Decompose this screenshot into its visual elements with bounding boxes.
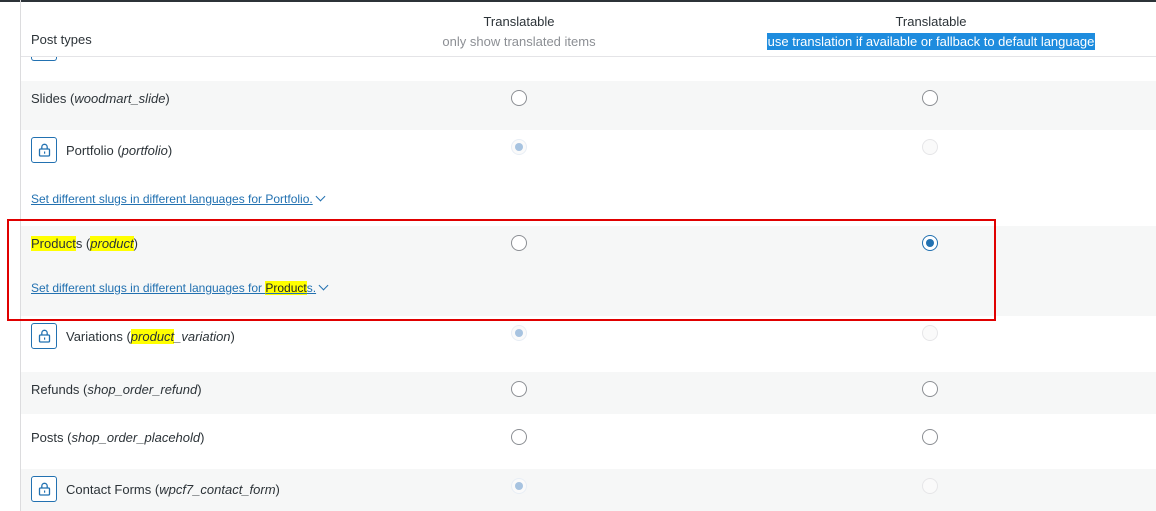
- table-row: Posts (shop_order_placehold): [21, 414, 1156, 469]
- fallback-radio: [922, 325, 938, 341]
- post-type-label: Contact Forms (wpcf7_contact_form): [66, 482, 280, 497]
- table-row: Variations (product_variation): [21, 316, 1156, 372]
- fallback-radio: [922, 478, 938, 494]
- post-type-label: Variations (product_variation): [66, 329, 235, 344]
- table-row: Contact Forms (wpcf7_contact_form): [21, 469, 1156, 511]
- fallback-radio[interactable]: [922, 235, 938, 251]
- column-subtitle-selected: use translation if available or fallback…: [766, 33, 1096, 50]
- lock-icon[interactable]: [31, 137, 57, 163]
- table-row: Slides (woodmart_slide): [21, 81, 1156, 130]
- set-slugs-link-portfolio[interactable]: Set different slugs in different languag…: [31, 191, 326, 207]
- lock-icon[interactable]: [31, 476, 57, 502]
- lock-icon[interactable]: [31, 323, 57, 349]
- post-type-label: Refunds (shop_order_refund): [31, 382, 202, 397]
- column-title: Translatable: [483, 14, 555, 29]
- translatable-radio[interactable]: [511, 90, 527, 106]
- translatable-radio: [511, 139, 527, 155]
- fallback-radio[interactable]: [922, 429, 938, 445]
- translatable-radio[interactable]: [511, 235, 527, 251]
- post-type-label: Slides (woodmart_slide): [31, 91, 170, 106]
- lock-icon: [31, 57, 57, 61]
- translatable-radio[interactable]: [511, 429, 527, 445]
- table-row: Products (product) Set different slugs i…: [21, 226, 1156, 316]
- table-row: Refunds (shop_order_refund): [21, 372, 1156, 414]
- post-types-column-header: Post types: [31, 32, 92, 47]
- set-slugs-link-products[interactable]: Set different slugs in different languag…: [31, 280, 329, 296]
- translatable-radio: [511, 478, 527, 494]
- post-type-label: Posts (shop_order_placehold): [31, 430, 205, 445]
- translatable-radio: [511, 325, 527, 341]
- post-type-label: Products (product): [31, 236, 138, 251]
- fallback-radio[interactable]: [922, 90, 938, 106]
- column-title: Translatable: [895, 14, 967, 29]
- fallback-radio[interactable]: [922, 381, 938, 397]
- chevron-down-icon: [315, 191, 326, 202]
- translatable-fallback-column-header: Translatable use translation if availabl…: [701, 12, 1156, 52]
- fallback-radio: [922, 139, 938, 155]
- chevron-down-icon: [318, 280, 329, 291]
- table-header: Post types Translatable only show transl…: [21, 2, 1156, 57]
- translatable-radio[interactable]: [511, 381, 527, 397]
- post-type-label: Portfolio (portfolio): [66, 143, 173, 158]
- translatable-column-header: Translatable only show translated items: [369, 12, 669, 52]
- column-subtitle: only show translated items: [442, 34, 596, 49]
- table-row: Portfolio (portfolio) Set different slug…: [21, 130, 1156, 226]
